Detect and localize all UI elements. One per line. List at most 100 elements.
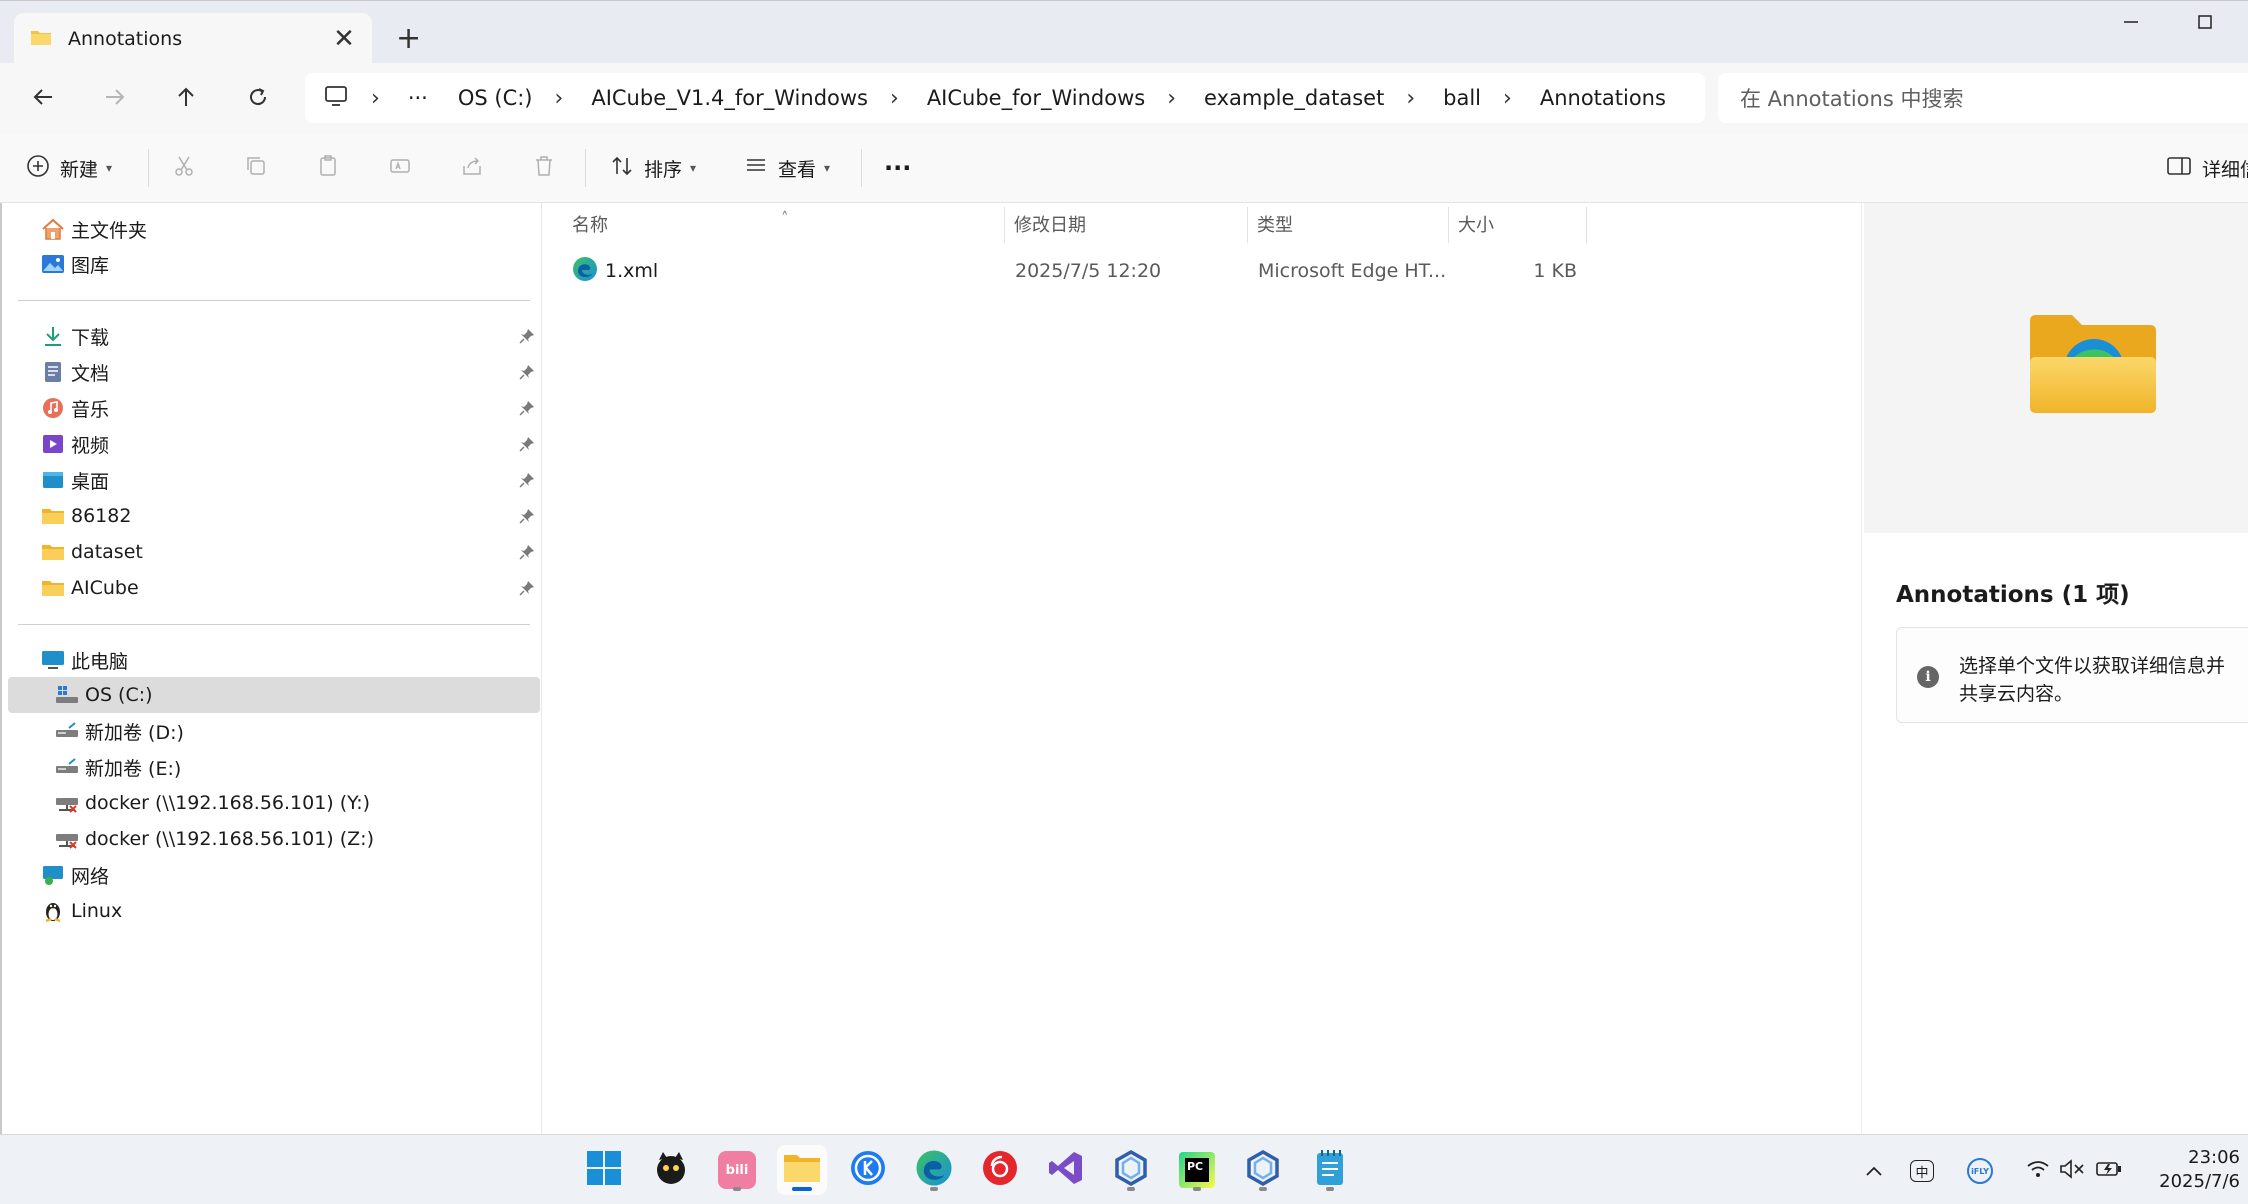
sidebar-item-downloads[interactable]: 下载 (40, 319, 109, 353)
cut-button[interactable] (172, 133, 196, 203)
volume-status[interactable] (2058, 1157, 2086, 1185)
minimize-button[interactable] (2123, 11, 2139, 36)
column-header-modified[interactable]: 修改日期 (1014, 203, 1086, 245)
new-tab-button[interactable]: + (396, 21, 421, 56)
sidebar-item-music[interactable]: 音乐 (40, 391, 109, 425)
taskbar-app-notepad[interactable] (1305, 1145, 1355, 1195)
column-header-size[interactable]: 大小 (1458, 203, 1494, 245)
column-header-type[interactable]: 类型 (1257, 203, 1293, 245)
wifi-status[interactable] (2024, 1157, 2052, 1185)
breadcrumb-item[interactable]: AICube_V1.4_for_Windows (591, 86, 868, 110)
battery-status[interactable] (2096, 1157, 2124, 1185)
column-divider[interactable] (1247, 207, 1248, 243)
breadcrumb[interactable]: › ··· OS (C:) › AICube_V1.4_for_Windows … (305, 73, 1705, 123)
sidebar-item-docker-z[interactable]: docker (\\192.168.56.101) (Z:) (54, 822, 374, 856)
taskbar-app-visual-studio[interactable] (1041, 1145, 1091, 1195)
search-input[interactable]: 在 Annotations 中搜索 (1718, 73, 2248, 123)
close-tab-icon[interactable]: ✕ (330, 24, 358, 54)
running-indicator (1259, 1187, 1267, 1191)
taskbar-app-aicube[interactable] (1106, 1145, 1156, 1195)
breadcrumb-item-current[interactable]: Annotations (1540, 86, 1666, 110)
ifly-ime-button[interactable]: iFLY (1966, 1157, 1994, 1185)
file-name-cell[interactable]: 1.xml (572, 253, 658, 289)
breadcrumb-more[interactable]: ··· (408, 86, 428, 110)
details-pane-button[interactable]: 详细信息 (2166, 133, 2248, 203)
chevron-up-icon (1865, 1162, 1883, 1181)
system-clock[interactable]: 23:06 2025/7/6 (2140, 1146, 2240, 1194)
view-button[interactable]: 查看 ▾ (744, 133, 830, 203)
column-divider[interactable] (1448, 207, 1449, 243)
sidebar-item-aicube[interactable]: AICube (40, 571, 139, 605)
drive-icon (54, 754, 80, 780)
column-header-name[interactable]: 名称 (572, 203, 608, 245)
show-hidden-icons-button[interactable] (1860, 1157, 1888, 1185)
column-divider[interactable] (1004, 207, 1005, 243)
new-button[interactable]: 新建 ▾ (26, 133, 112, 203)
taskbar-app-netease-music[interactable] (975, 1145, 1025, 1195)
sidebar-item-drive-d[interactable]: 新加卷 (D:) (54, 714, 184, 748)
sidebar-item-os-c[interactable]: OS (C:) (54, 678, 153, 712)
this-pc-icon[interactable] (323, 84, 349, 113)
chevron-right-icon[interactable]: › (371, 86, 380, 111)
taskbar-app-pet[interactable] (646, 1145, 696, 1195)
pin-icon[interactable] (517, 542, 537, 562)
more-options-button[interactable]: ··· (884, 133, 911, 203)
maximize-button[interactable] (2197, 11, 2213, 36)
linux-penguin-icon (40, 898, 66, 924)
sidebar-item-docker-y[interactable]: docker (\\192.168.56.101) (Y:) (54, 786, 370, 820)
ime-indicator[interactable]: 中 (1908, 1157, 1936, 1185)
sidebar-item-videos[interactable]: 视频 (40, 427, 109, 461)
paste-button[interactable] (316, 133, 340, 203)
taskbar-app-explorer[interactable] (777, 1145, 827, 1195)
sidebar-item-desktop[interactable]: 桌面 (40, 463, 109, 497)
delete-button[interactable] (532, 133, 556, 203)
sidebar-item-home[interactable]: 主文件夹 (40, 212, 147, 246)
pin-icon[interactable] (517, 362, 537, 382)
taskbar-app-edge[interactable] (909, 1145, 959, 1195)
file-row[interactable]: 1.xml 2025/7/5 12:20 Microsoft Edge HT..… (542, 253, 1862, 289)
chevron-right-icon[interactable]: › (890, 86, 899, 111)
tab-annotations[interactable]: Annotations ✕ (14, 13, 372, 64)
share-button[interactable] (460, 133, 484, 203)
start-button[interactable] (579, 1145, 629, 1195)
sidebar-item-linux[interactable]: Linux (40, 894, 122, 928)
chevron-right-icon[interactable]: › (1406, 86, 1415, 111)
breadcrumb-item[interactable]: OS (C:) (458, 86, 533, 110)
sidebar-item-dataset[interactable]: dataset (40, 535, 143, 569)
rename-button[interactable] (388, 133, 412, 203)
sidebar-item-86182[interactable]: 86182 (40, 499, 131, 533)
pin-icon[interactable] (517, 398, 537, 418)
pin-icon[interactable] (517, 326, 537, 346)
sidebar-item-documents[interactable]: 文档 (40, 355, 109, 389)
breadcrumb-item[interactable]: example_dataset (1204, 86, 1384, 110)
pin-icon[interactable] (517, 434, 537, 454)
sidebar-item-drive-e[interactable]: 新加卷 (E:) (54, 750, 181, 784)
taskbar-app-bilibili[interactable]: bili (712, 1145, 762, 1195)
sidebar-item-network[interactable]: 网络 (40, 858, 109, 892)
refresh-button[interactable] (241, 82, 275, 116)
chevron-right-icon[interactable]: › (1167, 86, 1176, 111)
new-label: 新建 (60, 158, 99, 181)
details-pane: Annotations (1 项) i 选择单个文件以获取详细信息并 共享云内容… (1862, 203, 2248, 1134)
up-button[interactable] (169, 82, 203, 116)
main-content: 主文件夹 图库 下载 文档 音乐 视频 桌面 86182 dataset AIC… (0, 203, 2248, 1134)
chevron-right-icon[interactable]: › (1503, 86, 1512, 111)
pin-icon[interactable] (517, 506, 537, 526)
sidebar-item-gallery[interactable]: 图库 (40, 247, 109, 281)
breadcrumb-item[interactable]: AICube_for_Windows (927, 86, 1145, 110)
pin-icon[interactable] (517, 470, 537, 490)
network-icon (40, 862, 66, 888)
pin-icon[interactable] (517, 578, 537, 598)
taskbar-app-kwai[interactable] (843, 1145, 893, 1195)
forward-button[interactable] (98, 82, 132, 116)
column-divider[interactable] (1586, 207, 1587, 243)
breadcrumb-item[interactable]: ball (1443, 86, 1481, 110)
info-text-line: 共享云内容。 (1959, 683, 2074, 705)
copy-button[interactable] (244, 133, 268, 203)
taskbar-app-pycharm[interactable]: PC (1172, 1145, 1222, 1195)
taskbar-app-aicube-2[interactable] (1238, 1145, 1288, 1195)
chevron-right-icon[interactable]: › (555, 86, 564, 111)
sidebar-item-this-pc[interactable]: 此电脑 (40, 643, 128, 677)
back-button[interactable] (26, 82, 60, 116)
sort-button[interactable]: 排序 ▾ (610, 133, 696, 203)
